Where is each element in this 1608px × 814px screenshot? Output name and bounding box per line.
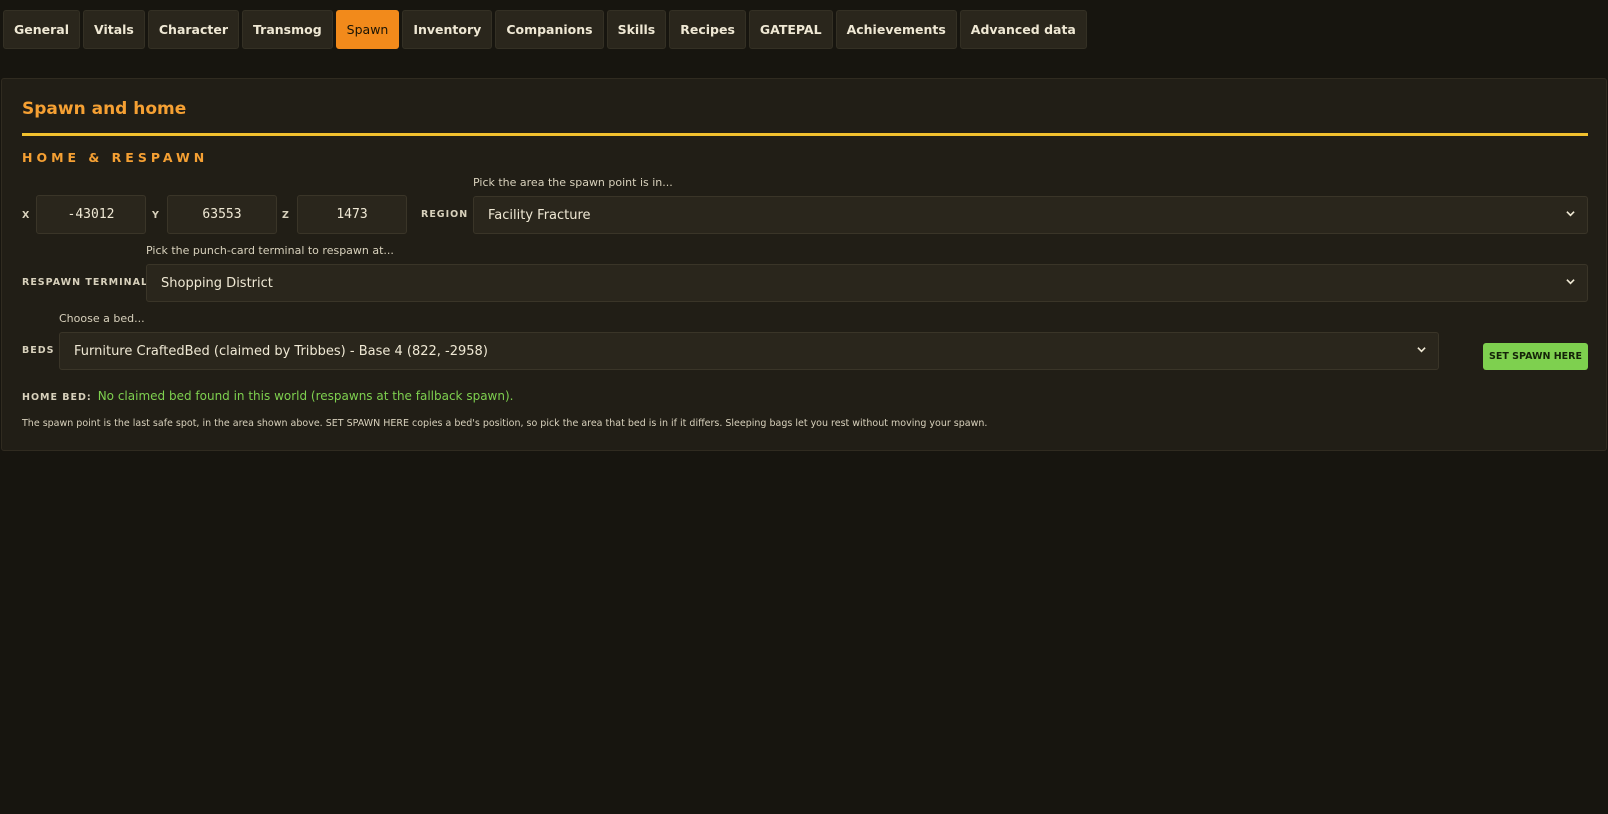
beds-label: BEDS [22, 345, 55, 356]
title-divider [22, 133, 1588, 136]
respawn-terminal-select[interactable]: Shopping District [146, 264, 1588, 302]
tab-bar: General Vitals Character Transmog Spawn … [0, 10, 1087, 49]
tab-advanced-data[interactable]: Advanced data [959, 10, 1087, 49]
beds-select[interactable]: Furniture CraftedBed (claimed by Tribbes… [59, 332, 1439, 370]
tab-companions[interactable]: Companions [495, 10, 604, 49]
tab-achievements[interactable]: Achievements [835, 10, 957, 49]
z-label: Z [282, 210, 290, 221]
y-coordinate-input[interactable] [167, 195, 277, 234]
tab-spawn[interactable]: Spawn [335, 10, 400, 49]
respawn-terminal-value: Shopping District [161, 275, 273, 291]
tab-gatepal[interactable]: GATEPAL [748, 10, 833, 49]
x-coordinate-input[interactable] [36, 195, 146, 234]
tab-recipes[interactable]: Recipes [669, 10, 746, 49]
tab-skills[interactable]: Skills [606, 10, 667, 49]
tab-inventory[interactable]: Inventory [402, 10, 493, 49]
region-label: REGION [421, 209, 469, 220]
respawn-terminal-hint: Pick the punch-card terminal to respawn … [146, 244, 394, 257]
z-coordinate-input[interactable] [297, 195, 407, 234]
home-bed-label: HOME BED: [22, 392, 92, 403]
chevron-down-icon [1566, 209, 1575, 218]
region-select[interactable]: Facility Fracture [473, 196, 1588, 234]
respawn-terminal-label: RESPAWN TERMINAL [22, 277, 149, 288]
section-title: HOME & RESPAWN [22, 150, 209, 165]
home-bed-status: HOME BED: No claimed bed found in this w… [22, 389, 513, 403]
panel-title: Spawn and home [22, 99, 187, 119]
region-value: Facility Fracture [488, 207, 591, 223]
spawn-panel: Spawn and home HOME & RESPAWN X Y Z REGI… [1, 78, 1607, 451]
y-label: Y [152, 210, 160, 221]
help-note: The spawn point is the last safe spot, i… [22, 418, 988, 429]
beds-hint: Choose a bed... [59, 312, 145, 325]
tab-transmog[interactable]: Transmog [242, 10, 333, 49]
chevron-down-icon [1566, 277, 1575, 286]
tab-character[interactable]: Character [147, 10, 240, 49]
set-spawn-here-button[interactable]: SET SPAWN HERE [1483, 343, 1588, 370]
home-bed-value: No claimed bed found in this world (resp… [97, 389, 514, 403]
chevron-down-icon [1417, 345, 1426, 354]
x-label: X [22, 210, 31, 221]
tab-vitals[interactable]: Vitals [83, 10, 145, 49]
beds-value: Furniture CraftedBed (claimed by Tribbes… [74, 343, 488, 359]
region-hint: Pick the area the spawn point is in... [473, 176, 673, 189]
tab-general[interactable]: General [3, 10, 80, 49]
